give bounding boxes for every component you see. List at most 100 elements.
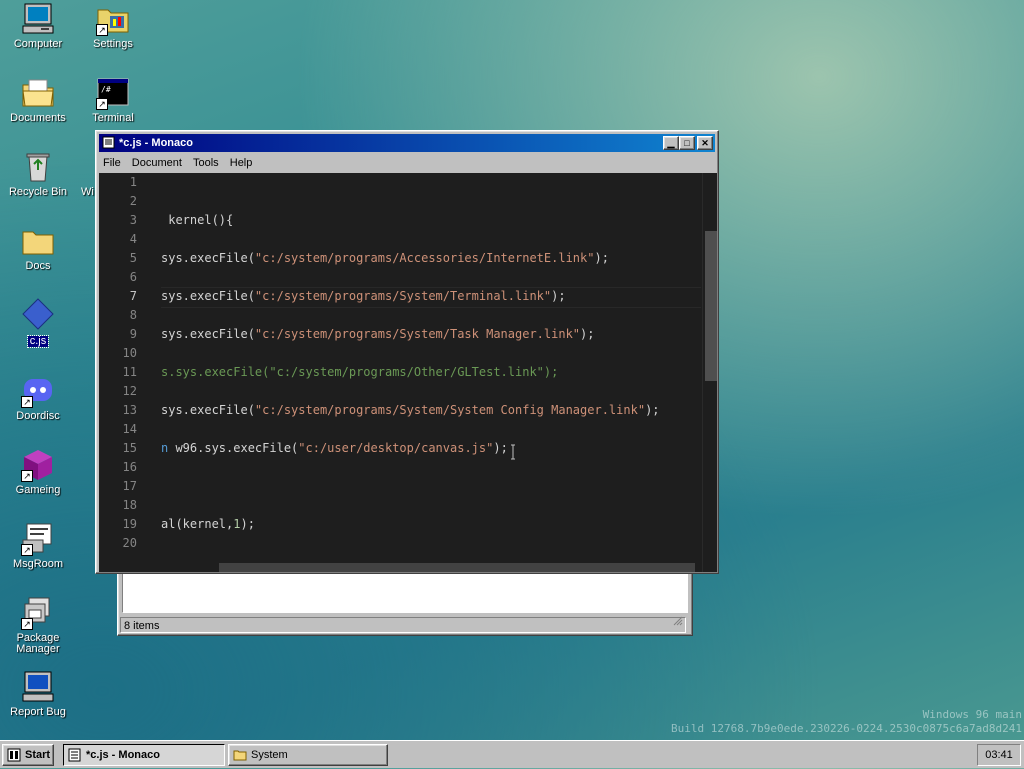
desktop-icon-hidden[interactable]: Wi (75, 150, 97, 198)
desktop-icon-label: Recycle Bin (8, 186, 68, 198)
code-line: sys.execFile("c:/system/programs/Accesso… (161, 251, 609, 265)
code-line: sys.execFile("c:/system/programs/System/… (161, 327, 595, 341)
desktop-icon-label: Docs (25, 260, 51, 272)
taskbar-item-label: *c.js - Monaco (86, 749, 160, 761)
desktop-icon-label: MsgRoom (12, 558, 64, 570)
vertical-scrollbar[interactable] (702, 173, 717, 572)
editor-window[interactable]: *c.js - Monaco ▁ □ ✕ File Document Tools… (95, 130, 719, 574)
desktop-icon-report-bug[interactable]: Report Bug (0, 670, 76, 718)
menu-file[interactable]: File (99, 153, 125, 173)
line-number: 8 (129, 308, 137, 322)
folder-icon (233, 748, 247, 762)
line-number: 11 (122, 365, 137, 379)
taskbar: Start *c.js - Monaco System 03:41 (0, 740, 1024, 768)
notepad-icon (102, 136, 115, 149)
desktop-icon-recycle-bin[interactable]: Recycle Bin (0, 150, 76, 198)
shortcut-arrow-icon: ↗ (21, 618, 33, 630)
minimize-button[interactable]: ▁ (663, 136, 679, 150)
line-number: 9 (129, 327, 137, 341)
line-number: 13 (122, 403, 137, 417)
desktop-icon-package-manager[interactable]: ↗ Package Manager (0, 596, 76, 655)
desktop-icon-settings[interactable]: ↗ Settings (75, 2, 151, 50)
menu-bar: File Document Tools Help (99, 153, 715, 173)
line-number: 5 (129, 251, 137, 265)
line-number: 12 (122, 384, 137, 398)
taskbar-item-system[interactable]: System (228, 744, 388, 766)
minimize-icon: ▁ (667, 138, 675, 148)
shortcut-arrow-icon: ↗ (96, 98, 108, 110)
line-number: 14 (122, 422, 137, 436)
title-bar[interactable]: *c.js - Monaco ▁ □ ✕ (99, 134, 715, 152)
resize-grip-icon[interactable] (673, 615, 683, 631)
desktop-icon-label: Computer (13, 38, 63, 50)
clock: 03:41 (977, 744, 1021, 766)
desktop-icon-doordisc[interactable]: ↗ Doordisc (0, 374, 76, 422)
settings-folder-icon: ↗ (96, 2, 130, 36)
desktop-icon-c-js[interactable]: c.js (0, 298, 76, 348)
desktop-icon-label: Wi (81, 186, 94, 198)
desktop-icon-label: Package Manager (16, 632, 60, 655)
close-icon: ✕ (701, 138, 709, 148)
desktop-icon-docs[interactable]: Docs (0, 224, 76, 272)
svg-text:/#: /# (101, 85, 111, 94)
documents-folder-icon (21, 76, 55, 110)
desktop-icon-gameing[interactable]: ↗ Gameing (0, 448, 76, 496)
taskbar-item-editor[interactable]: *c.js - Monaco (63, 744, 225, 766)
desktop-icon-terminal[interactable]: /# ↗ Terminal (75, 76, 151, 124)
recycle-bin-icon (21, 150, 55, 184)
notepad-icon (68, 748, 82, 762)
menu-help[interactable]: Help (226, 153, 257, 173)
line-number: 17 (122, 479, 137, 493)
desktop-icon-documents[interactable]: Documents (0, 76, 76, 124)
desktop-icon-msgroom[interactable]: ↗ MsgRoom (0, 522, 76, 570)
terminal-icon: /# ↗ (96, 76, 130, 110)
text-cursor-icon (510, 444, 516, 460)
package-icon: ↗ (21, 596, 55, 630)
doordisc-icon: ↗ (21, 374, 55, 408)
maximize-icon: □ (684, 138, 690, 148)
line-number-gutter: 1 2 3 4 5 6 7 8 9 10 11 12 13 14 15 16 1… (99, 173, 141, 572)
desktop-icon-label: Settings (93, 38, 133, 50)
line-number: 2 (129, 194, 137, 208)
watermark-line: Build 12768.7b9e0ede.230226-0224.2530c08… (671, 722, 1022, 735)
desktop-icon-label: Report Bug (10, 706, 66, 718)
window-title: *c.js - Monaco (119, 137, 193, 149)
code-line: kernel(){ (161, 213, 234, 227)
code-line: sys.execFile("c:/system/programs/System/… (161, 289, 566, 303)
menu-tools[interactable]: Tools (189, 153, 223, 173)
code-line: al(kernel,1); (161, 517, 255, 531)
close-button[interactable]: ✕ (697, 136, 713, 150)
docs-folder-icon (21, 224, 55, 258)
line-number: 3 (129, 213, 137, 227)
shortcut-arrow-icon: ↗ (21, 544, 33, 556)
desktop-icon-label: Doordisc (16, 410, 60, 422)
watermark-line: Windows 96 main (922, 708, 1022, 721)
computer-icon (21, 2, 55, 36)
desktop-icon-label: c.js (26, 335, 50, 348)
report-bug-icon (21, 670, 55, 704)
line-number: 19 (122, 517, 137, 531)
desktop-icon-label: Gameing (15, 484, 61, 496)
start-button[interactable]: Start (2, 744, 54, 766)
code-line: n w96.sys.execFile("c:/user/desktop/canv… (161, 441, 508, 455)
shortcut-arrow-icon: ↗ (21, 470, 33, 482)
menu-document[interactable]: Document (128, 153, 186, 173)
code-line: sys.execFile("c:/system/programs/System/… (161, 403, 660, 417)
desktop-icon-label: Terminal (92, 112, 134, 124)
start-logo-icon (7, 748, 21, 762)
line-number: 7 (129, 289, 137, 303)
js-file-icon (21, 298, 55, 332)
line-number: 18 (122, 498, 137, 512)
maximize-button[interactable]: □ (679, 136, 695, 150)
line-number: 15 (122, 441, 137, 455)
horizontal-scroll-thumb[interactable] (219, 563, 695, 572)
vertical-scroll-thumb[interactable] (705, 231, 717, 381)
line-number: 16 (122, 460, 137, 474)
explorer-status-bar: 8 items (120, 615, 686, 633)
msgroom-icon: ↗ (21, 522, 55, 556)
build-watermark: Windows 96 main Build 12768.7b9e0ede.230… (671, 708, 1022, 736)
code-area[interactable]: kernel(){ sys.execFile("c:/system/progra… (161, 173, 701, 572)
desktop-icon-computer[interactable]: Computer (0, 2, 76, 50)
item-count: 8 items (124, 620, 160, 632)
code-editor[interactable]: 1 2 3 4 5 6 7 8 9 10 11 12 13 14 15 16 1… (99, 173, 717, 572)
